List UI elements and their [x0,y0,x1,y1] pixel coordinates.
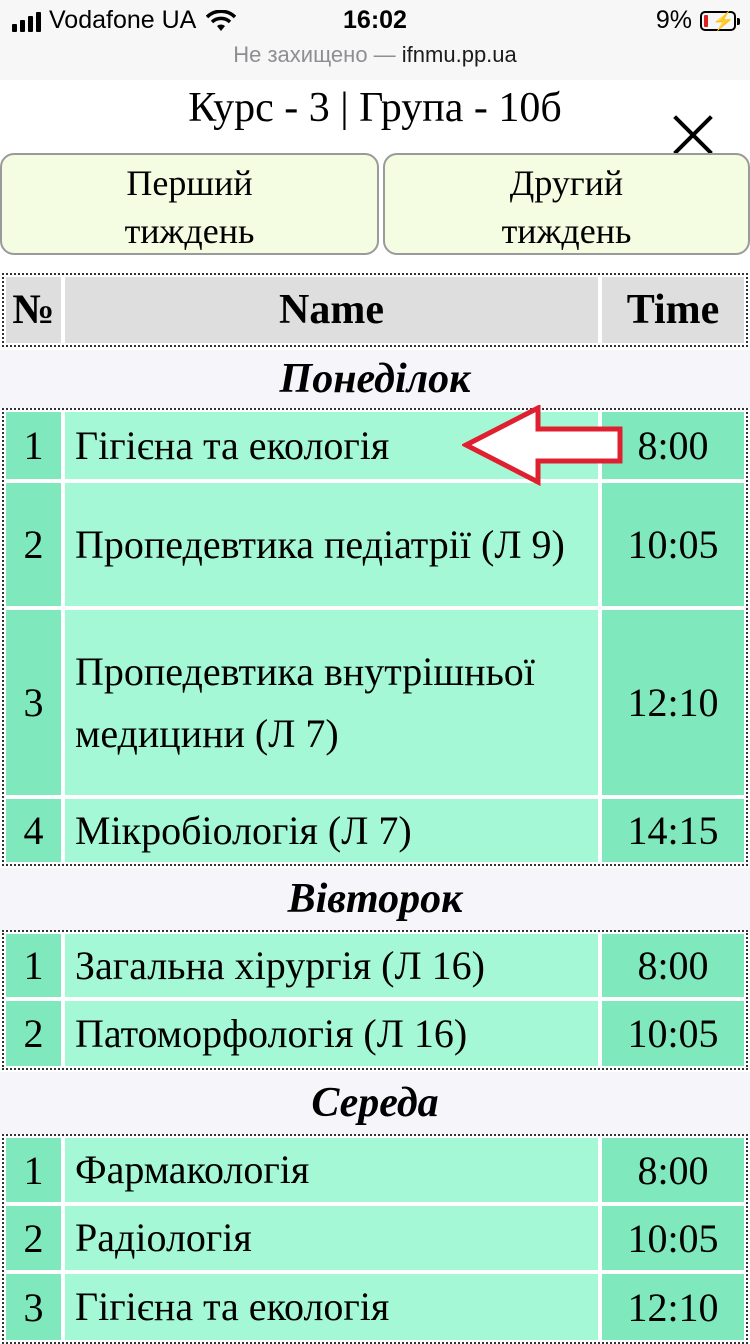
lesson-number: 1 [6,412,61,479]
schedule-header-table: № Name Time [2,273,748,347]
lesson-name: Фармакологія [65,1138,598,1202]
tuesday-table: 1 Загальна хірургія (Л 16) 8:00 2 Патомо… [2,930,748,1070]
battery-percent: 9% [655,6,692,34]
lesson-number: 2 [6,483,61,606]
lesson-number: 4 [6,799,61,862]
first-week-line2: тиждень [124,211,255,251]
lesson-time: 8:00 [602,934,744,997]
second-week-line1: Другий [509,163,624,203]
lesson-time: 8:00 [602,1138,744,1202]
first-week-line1: Перший [126,163,253,203]
lesson-number: 1 [6,1138,61,1202]
lesson-name: Патоморфологія (Л 16) [65,1001,598,1066]
status-right: 9% ⚡ [655,6,740,35]
second-week-line2: тиждень [501,211,632,251]
first-week-button[interactable]: Перший тиждень [0,153,379,255]
lesson-name: Радіологія [65,1206,598,1270]
status-bar: Vodafone UA 16:02 9% ⚡ Не захищено — ifn… [0,0,750,80]
day-heading-wednesday: Середа [0,1072,750,1134]
annotation-arrow-icon [462,405,623,487]
lesson-number: 2 [6,1001,61,1066]
security-warning: Не захищено — [233,42,396,67]
column-header-name: Name [65,277,598,343]
monday-table: 1 Гігієна та екологія 8:00 2 Пропедевтик… [2,408,748,866]
close-icon[interactable] [670,112,716,158]
lesson-name: Гігієна та екологія [65,1274,598,1340]
wednesday-table: 1 Фармакологія 8:00 2 Радіологія 10:05 3… [2,1134,748,1344]
battery-icon: ⚡ [700,10,740,31]
address-bar[interactable]: Не захищено — ifnmu.pp.ua [0,42,750,68]
lesson-name: Загальна хірургія (Л 16) [65,934,598,997]
lesson-number: 3 [6,1274,61,1340]
day-heading-monday: Понеділок [0,350,750,408]
lesson-time: 10:05 [602,1206,744,1270]
lesson-time: 12:10 [602,610,744,795]
lesson-number: 2 [6,1206,61,1270]
lesson-number: 1 [6,934,61,997]
clock: 16:02 [343,6,407,34]
column-header-time: Time [602,277,744,343]
second-week-button[interactable]: Другий тиждень [383,153,750,255]
lesson-name: Мікробіологія (Л 7) [65,799,598,862]
lesson-time: 10:05 [602,1001,744,1066]
page-title: Курс - 3 | Група - 10б [188,85,562,131]
lesson-number: 3 [6,610,61,795]
column-header-number: № [6,277,61,343]
lesson-name: Пропедевтика внутрішньої медицини (Л 7) [65,610,598,795]
day-heading-tuesday: Вівторок [0,868,750,930]
lesson-time: 12:10 [602,1274,744,1340]
url-domain: ifnmu.pp.ua [401,42,517,67]
lesson-time: 14:15 [602,799,744,862]
